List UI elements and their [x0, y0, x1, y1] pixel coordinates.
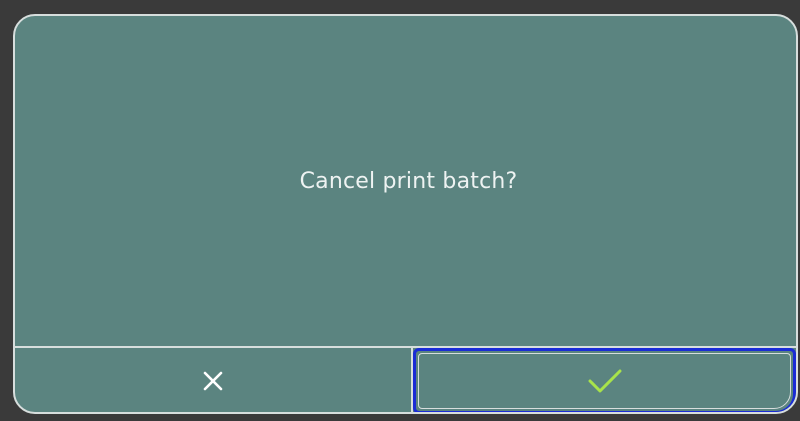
message-area: Cancel print batch?: [15, 16, 796, 348]
confirm-button-focus-inner: [418, 353, 791, 409]
confirm-dialog: Cancel print batch?: [13, 14, 798, 414]
dialog-message: Cancel print batch?: [299, 168, 518, 194]
screen: Cancel print batch?: [0, 0, 800, 421]
cancel-button[interactable]: [15, 348, 411, 412]
confirm-button[interactable]: [413, 348, 796, 412]
close-icon: [202, 370, 224, 392]
